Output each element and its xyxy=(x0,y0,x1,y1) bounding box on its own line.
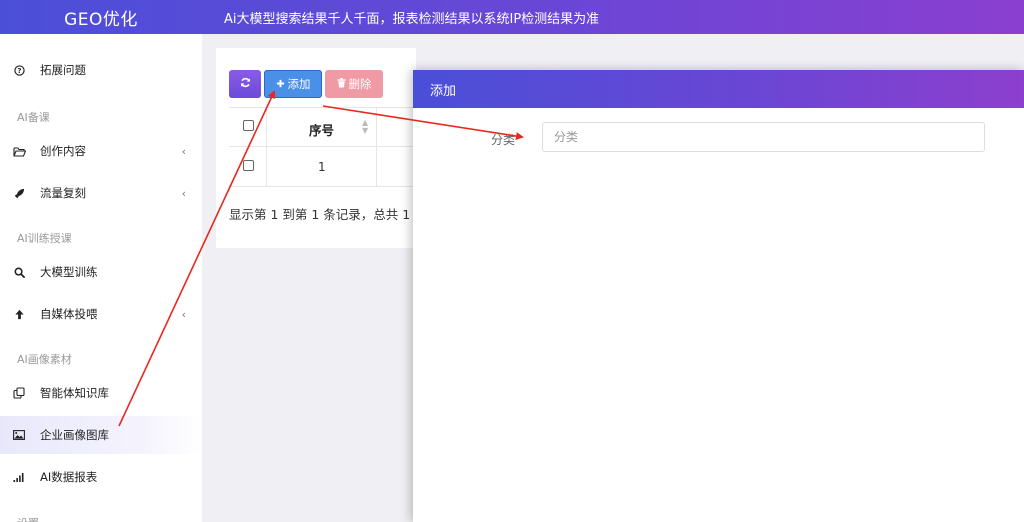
sidebar-item-data-report[interactable]: AI数据报表 xyxy=(0,458,202,496)
sidebar-item-enterprise-gallery[interactable]: 企业画像图库 xyxy=(0,416,202,454)
category-label: 分类 xyxy=(491,133,516,147)
cell-seq: 1 xyxy=(318,160,326,174)
header-notice: Ai大模型搜索结果千人千面，报表检测结果以系统IP检测结果为准 xyxy=(224,11,600,27)
sidebar-item-label: 流量复刻 xyxy=(40,186,86,200)
refresh-icon xyxy=(240,77,251,91)
column-divider xyxy=(376,108,377,146)
plus-icon xyxy=(276,77,285,91)
sidebar-section-ai-prep: AI备课 xyxy=(17,111,50,124)
sidebar-section-ai-training: AI训练授课 xyxy=(17,232,72,245)
search-icon xyxy=(12,267,26,278)
table-row[interactable]: 1 xyxy=(229,147,419,187)
sidebar: ? 拓展问题 AI备课 创作内容 ‹ 流量复刻 ‹ AI训练授课 大模型训练 自… xyxy=(0,34,202,522)
sidebar-item-traffic-replicate[interactable]: 流量复刻 ‹ xyxy=(0,174,202,212)
category-input[interactable] xyxy=(542,122,985,152)
delete-button[interactable]: 删除 xyxy=(325,70,383,98)
sort-icon[interactable]: ▲ ▼ xyxy=(362,119,368,135)
folder-open-icon xyxy=(12,146,26,157)
sidebar-item-expand-questions[interactable]: ? 拓展问题 xyxy=(0,51,202,89)
add-button[interactable]: 添加 xyxy=(264,70,322,98)
sidebar-item-label: 企业画像图库 xyxy=(40,428,109,442)
chevron-left-icon: ‹ xyxy=(181,144,186,158)
table-header: 序号 ▲ ▼ xyxy=(229,107,419,147)
image-icon xyxy=(12,430,26,440)
sidebar-item-label: 大模型训练 xyxy=(40,265,98,279)
sidebar-item-label: 创作内容 xyxy=(40,144,86,158)
chevron-left-icon: ‹ xyxy=(181,186,186,200)
sidebar-item-label: 自媒体投喂 xyxy=(40,307,98,321)
select-all-checkbox[interactable] xyxy=(243,120,254,131)
sidebar-item-create-content[interactable]: 创作内容 ‹ xyxy=(0,132,202,170)
chevron-left-icon: ‹ xyxy=(181,307,186,321)
sidebar-item-label: AI数据报表 xyxy=(40,470,98,484)
sidebar-section-ai-portrait: AI画像素材 xyxy=(17,353,72,366)
copy-icon xyxy=(12,387,26,399)
column-divider xyxy=(266,147,267,186)
signal-bars-icon xyxy=(12,472,26,482)
rocket-icon xyxy=(12,188,26,199)
arrow-up-icon xyxy=(12,309,26,320)
column-divider xyxy=(266,108,267,146)
question-circle-icon: ? xyxy=(12,64,26,76)
brand-logo[interactable]: GEO优化 xyxy=(0,5,202,30)
row-checkbox[interactable] xyxy=(243,160,254,171)
column-header-seq[interactable]: 序号 xyxy=(309,120,334,139)
sidebar-item-label: 拓展问题 xyxy=(40,63,86,77)
column-divider xyxy=(376,147,377,186)
sidebar-item-agent-knowledge[interactable]: 智能体知识库 xyxy=(0,374,202,412)
sidebar-item-media-feeding[interactable]: 自媒体投喂 ‹ xyxy=(0,295,202,333)
pagination-summary: 显示第 1 到第 1 条记录，总共 1 条记录 xyxy=(229,207,419,222)
svg-text:?: ? xyxy=(17,67,21,75)
sidebar-item-model-training[interactable]: 大模型训练 xyxy=(0,253,202,291)
refresh-button[interactable] xyxy=(229,70,261,98)
sidebar-section-settings: 设置 xyxy=(17,515,39,522)
sidebar-item-label: 智能体知识库 xyxy=(40,386,109,400)
add-button-label: 添加 xyxy=(287,77,311,91)
top-header: GEO优化 Ai大模型搜索结果千人千面，报表检测结果以系统IP检测结果为准 xyxy=(0,0,1024,34)
delete-button-label: 删除 xyxy=(348,77,372,91)
add-dialog: 添加 分类 xyxy=(413,70,1024,522)
dialog-title: 添加 xyxy=(430,83,457,99)
dialog-header: 添加 xyxy=(413,70,1024,108)
trash-icon xyxy=(336,77,346,91)
